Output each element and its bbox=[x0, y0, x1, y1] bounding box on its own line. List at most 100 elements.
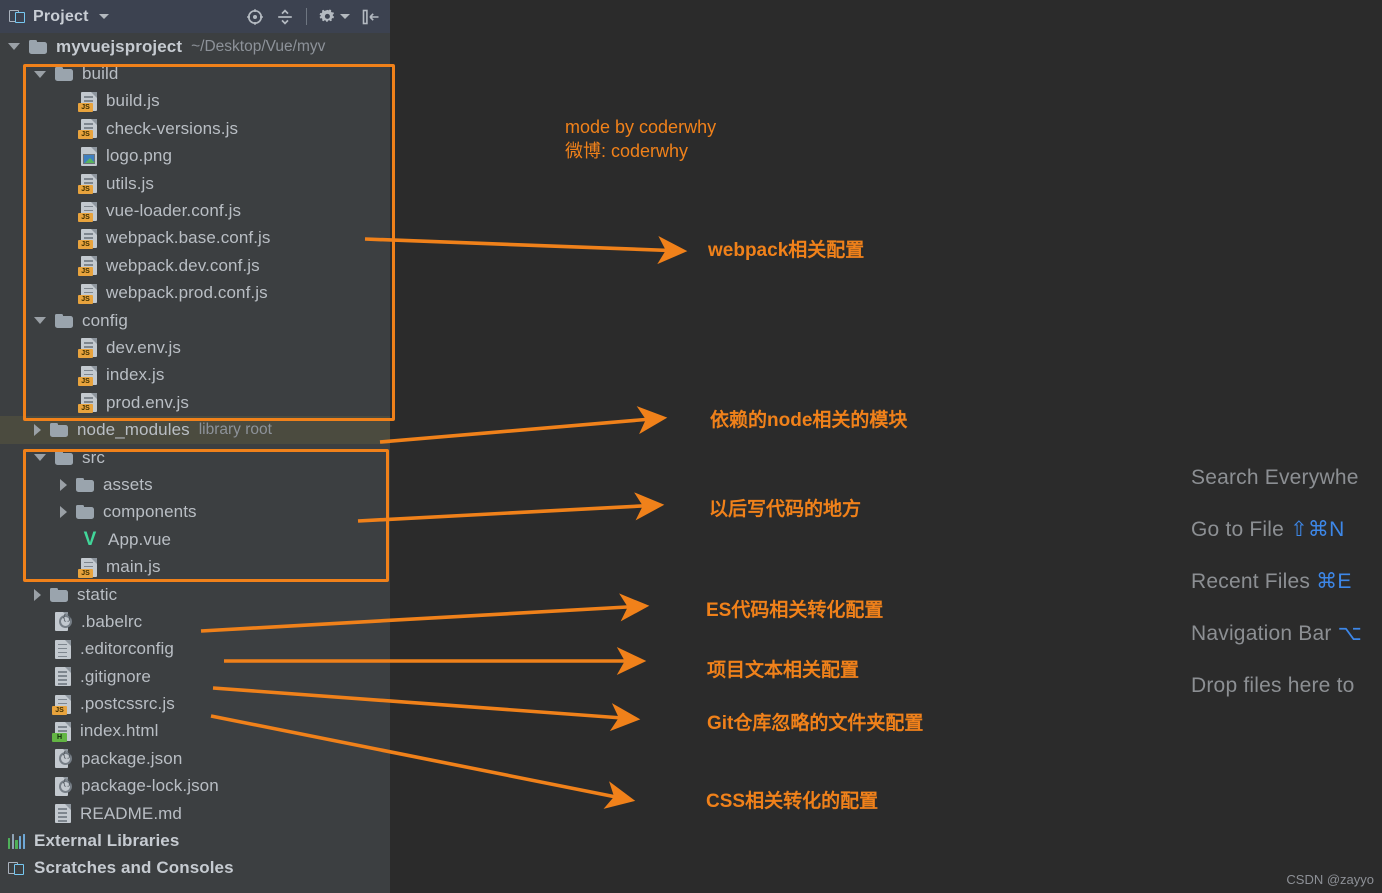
tree-row-utils-js[interactable]: JS utils.js bbox=[0, 170, 390, 197]
expand-arrow-icon[interactable] bbox=[34, 424, 41, 437]
tree-row-root[interactable]: myvuejsproject ~/Desktop/Vue/myv bbox=[0, 33, 390, 60]
editor-hint-drop-files-here-to: Drop files here to bbox=[1191, 660, 1382, 712]
js-file-icon: JS bbox=[78, 228, 97, 249]
tree-item-label: myvuejsproject bbox=[56, 36, 183, 56]
folder-icon bbox=[50, 587, 68, 602]
collapse-all-icon[interactable] bbox=[276, 8, 294, 26]
collapse-arrow-icon[interactable] bbox=[34, 70, 46, 78]
project-window-icon bbox=[9, 9, 26, 24]
tree-row-webpack-prod-conf-js[interactable]: JS webpack.prod.conf.js bbox=[0, 280, 390, 307]
tree-item-label: components bbox=[103, 502, 197, 522]
json-file-icon bbox=[55, 612, 72, 632]
chevron-down-icon[interactable] bbox=[98, 14, 109, 19]
tree-row-src[interactable]: src bbox=[0, 444, 390, 471]
tree-item-label: index.html bbox=[80, 721, 159, 741]
tree-item-label: .gitignore bbox=[80, 666, 151, 686]
tree-row-vue-loader-conf-js[interactable]: JS vue-loader.conf.js bbox=[0, 197, 390, 224]
tree-item-path: ~/Desktop/Vue/myv bbox=[191, 37, 326, 55]
settings-gear-icon[interactable] bbox=[319, 8, 336, 25]
tree-row-package-lock-json[interactable]: package-lock.json bbox=[0, 773, 390, 800]
tree-row-build[interactable]: build bbox=[0, 60, 390, 87]
tree-row--gitignore[interactable]: .gitignore bbox=[0, 663, 390, 690]
tree-row--editorconfig[interactable]: .editorconfig bbox=[0, 636, 390, 663]
hint-shortcut: ⌥ bbox=[1337, 622, 1362, 645]
watermark: CSDN @zayyo bbox=[1286, 872, 1374, 887]
folder-icon bbox=[76, 505, 94, 520]
js-file-icon: JS bbox=[78, 365, 97, 386]
text-file-icon bbox=[55, 804, 71, 824]
libraries-bars-icon bbox=[8, 833, 25, 850]
tree-item-label: logo.png bbox=[106, 146, 173, 166]
tree-item-label: Scratches and Consoles bbox=[34, 858, 234, 878]
annotation-postcssrc: CSS相关转化的配置 bbox=[706, 791, 879, 812]
tree-item-label: src bbox=[82, 447, 105, 467]
expand-arrow-icon[interactable] bbox=[8, 43, 20, 51]
folder-icon bbox=[55, 313, 73, 328]
tree-row-build-js[interactable]: JS build.js bbox=[0, 88, 390, 115]
tree-row-dev-env-js[interactable]: JS dev.env.js bbox=[0, 334, 390, 361]
tree-item-label: static bbox=[77, 584, 118, 604]
tree-row-webpack-dev-conf-js[interactable]: JS webpack.dev.conf.js bbox=[0, 252, 390, 279]
tree-row--postcssrc-js[interactable]: JS .postcssrc.js bbox=[0, 690, 390, 717]
tree-item-label: README.md bbox=[80, 803, 182, 823]
text-file-icon bbox=[55, 639, 71, 659]
tree-item-label: App.vue bbox=[108, 529, 172, 549]
js-file-icon: JS bbox=[78, 393, 97, 414]
hint-label: Go to File bbox=[1191, 518, 1285, 541]
project-file-tree[interactable]: myvuejsproject ~/Desktop/Vue/myv build JS… bbox=[0, 33, 390, 882]
tree-row-logo-png[interactable]: logo.png bbox=[0, 143, 390, 170]
tree-row-check-versions-js[interactable]: JS check-versions.js bbox=[0, 115, 390, 142]
tree-row-static[interactable]: static bbox=[0, 581, 390, 608]
hint-label: Search Everywhe bbox=[1191, 466, 1359, 489]
tree-row-prod-env-js[interactable]: JS prod.env.js bbox=[0, 389, 390, 416]
tree-row--babelrc[interactable]: .babelrc bbox=[0, 608, 390, 635]
hint-label: Navigation Bar bbox=[1191, 622, 1332, 645]
tree-row-components[interactable]: components bbox=[0, 499, 390, 526]
tree-item-label: vue-loader.conf.js bbox=[106, 201, 242, 221]
hide-panel-icon[interactable] bbox=[362, 9, 380, 25]
locate-icon[interactable] bbox=[246, 8, 264, 26]
editor-hint-navigation-bar: Navigation Bar ⌥ bbox=[1191, 608, 1382, 660]
folder-icon bbox=[55, 450, 73, 465]
settings-chevron-icon[interactable] bbox=[340, 14, 350, 19]
expand-arrow-icon[interactable] bbox=[60, 506, 67, 519]
annotation-webpack: webpack相关配置 bbox=[708, 240, 865, 261]
tree-row-main-js[interactable]: JS main.js bbox=[0, 553, 390, 580]
tree-item-label: build.js bbox=[106, 91, 160, 111]
png-file-icon bbox=[81, 146, 97, 166]
tree-item-label: External Libraries bbox=[34, 831, 180, 851]
ide-window: Project myvuejsproject ~/Desktop/Vue/myv… bbox=[0, 0, 1382, 893]
tree-row-assets[interactable]: assets bbox=[0, 471, 390, 498]
collapse-arrow-icon[interactable] bbox=[34, 454, 46, 462]
tree-item-label: check-versions.js bbox=[106, 118, 239, 138]
annotation-node-modules: 依赖的node相关的模块 bbox=[710, 410, 908, 431]
editor-hints: Search Everywhe Go to File ⇧⌘N Recent File… bbox=[1191, 452, 1382, 712]
tree-row-node-modules[interactable]: node_modules library root bbox=[0, 416, 390, 444]
tree-row-index-js[interactable]: JS index.js bbox=[0, 362, 390, 389]
tree-item-label: .postcssrc.js bbox=[80, 694, 175, 714]
folder-icon bbox=[55, 67, 73, 82]
tree-row-readme-md[interactable]: README.md bbox=[0, 800, 390, 827]
collapse-arrow-icon[interactable] bbox=[34, 317, 46, 325]
expand-arrow-icon[interactable] bbox=[34, 588, 41, 601]
tree-item-label: build bbox=[82, 64, 119, 84]
tree-row-external-libraries[interactable]: External Libraries bbox=[0, 827, 390, 854]
tree-row-index-html[interactable]: Hindex.html bbox=[0, 718, 390, 745]
expand-arrow-icon[interactable] bbox=[60, 478, 67, 491]
tree-row-app-vue[interactable]: V App.vue bbox=[0, 526, 390, 553]
tree-row-webpack-base-conf-js[interactable]: JS webpack.base.conf.js bbox=[0, 225, 390, 252]
tree-row-scratches-and-consoles[interactable]: Scratches and Consoles bbox=[0, 855, 390, 882]
tree-row-config[interactable]: config bbox=[0, 307, 390, 334]
tree-row-package-json[interactable]: package.json bbox=[0, 745, 390, 772]
tree-item-label: package.json bbox=[81, 748, 183, 768]
